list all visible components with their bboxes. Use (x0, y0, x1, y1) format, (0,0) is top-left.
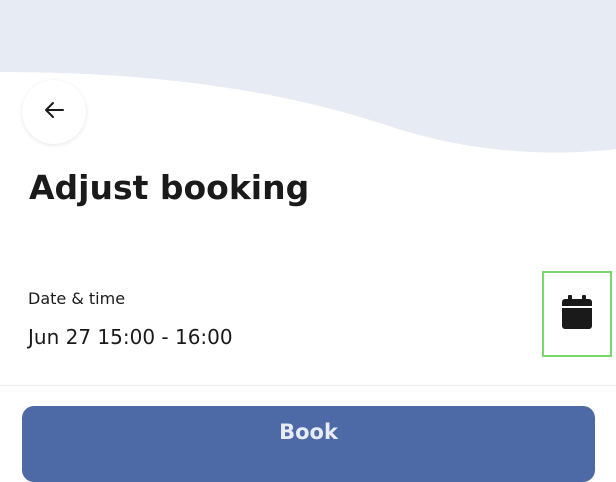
book-button-label: Book (279, 420, 338, 444)
header-wave-background (0, 0, 616, 153)
calendar-button[interactable] (542, 271, 612, 357)
datetime-value: Jun 27 15:00 - 16:00 (28, 325, 233, 349)
section-divider (0, 385, 616, 386)
page-title: Adjust booking (29, 168, 310, 207)
book-button[interactable]: Book (22, 406, 595, 482)
datetime-label: Date & time (28, 289, 126, 308)
arrow-left-icon (43, 99, 65, 125)
back-button[interactable] (22, 80, 86, 144)
calendar-icon (561, 294, 593, 334)
